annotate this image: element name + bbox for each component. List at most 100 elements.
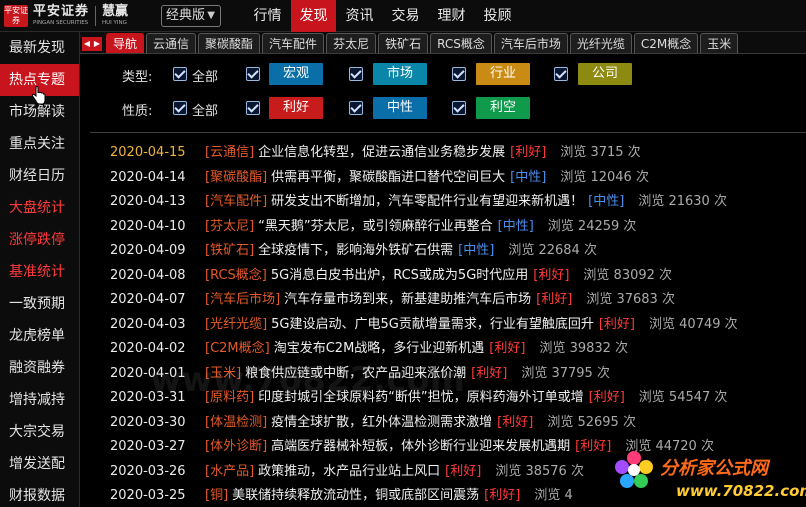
type-company-checkbox[interactable] bbox=[554, 67, 568, 81]
nature-bad-checkbox[interactable] bbox=[452, 101, 466, 115]
topic-tab[interactable]: 芬太尼 bbox=[326, 33, 377, 53]
sidebar-item[interactable]: 大宗交易 bbox=[0, 416, 79, 448]
news-title[interactable]: 美联储持续释放流动性，铜或底部区间震荡 bbox=[232, 488, 479, 503]
news-title[interactable]: “黑天鹅”芬太尼，或引领麻醉行业再整合 bbox=[258, 219, 492, 234]
news-row[interactable]: 2020-04-03 [光纤光缆] 5G建设启动、广电5G贡献增量需求，行业有望触底… bbox=[110, 315, 806, 340]
sidebar-item[interactable]: 涨停跌停 bbox=[0, 224, 79, 256]
news-topic-tag[interactable]: [水产品] bbox=[205, 464, 254, 479]
arrow-right-icon[interactable]: ▶ bbox=[92, 37, 102, 51]
sidebar-item[interactable]: 融资融券 bbox=[0, 352, 79, 384]
news-title[interactable]: 汽车存量市场到来，新基建助推汽车后市场 bbox=[284, 292, 531, 307]
news-row[interactable]: 2020-03-31 [原料药] 印度封城引全球原料药“断供”担忧，原料药海外订单或… bbox=[110, 388, 806, 413]
news-title[interactable]: 5G建设启动、广电5G贡献增量需求，行业有望触底回升 bbox=[271, 317, 594, 332]
news-topic-tag[interactable]: [体温检测] bbox=[205, 415, 267, 430]
news-topic-tag[interactable]: [汽车后市场] bbox=[205, 292, 280, 307]
news-row[interactable]: 2020-04-13 [汽车配件] 研发支出不断增加，汽车零配件行业有望迎来新机遇！… bbox=[110, 192, 806, 217]
topic-tab[interactable]: 汽车配件 bbox=[262, 33, 325, 53]
nav-item[interactable]: 交易 bbox=[383, 0, 428, 32]
nav-item[interactable]: 资讯 bbox=[337, 0, 382, 32]
news-topic-tag[interactable]: [铁矿石] bbox=[205, 243, 254, 258]
news-title[interactable]: 5G消息白皮书出炉，RCS或成为5G时代应用 bbox=[271, 268, 528, 283]
topic-tab[interactable]: 光纤光缆 bbox=[569, 33, 632, 53]
nature-all-checkbox[interactable] bbox=[173, 101, 187, 115]
type-all-checkbox[interactable] bbox=[173, 67, 187, 81]
news-title[interactable]: 疫情全球扩散，红外体温检测需求激增 bbox=[271, 415, 492, 430]
sidebar-item[interactable]: 重点关注 bbox=[0, 128, 79, 160]
sidebar-item[interactable]: 最新发现 bbox=[0, 32, 79, 64]
topic-tab[interactable]: 云通信 bbox=[146, 33, 197, 53]
news-title[interactable]: 研发支出不断增加，汽车零配件行业有望迎来新机遇！ bbox=[271, 194, 583, 209]
news-row[interactable]: 2020-04-15 [云通信] 企业信息化转型，促进云通信业务稳步发展 [利好] 浏览… bbox=[110, 143, 806, 168]
news-views: 浏览 39832 次 bbox=[539, 341, 629, 356]
news-title[interactable]: 高端医疗器械补短板，体外诊断行业迎来发展机遇期 bbox=[271, 439, 570, 454]
topic-tab[interactable]: RCS概念 bbox=[430, 33, 492, 53]
sidebar-item[interactable]: 一致预期 bbox=[0, 288, 79, 320]
news-sentiment: [利好] bbox=[471, 365, 508, 381]
news-topic-tag[interactable]: [C2M概念] bbox=[205, 341, 270, 356]
type-industry-checkbox[interactable] bbox=[452, 67, 466, 81]
news-topic-tag[interactable]: [体外诊断] bbox=[205, 439, 267, 454]
sidebar-item[interactable]: 财报数据 bbox=[0, 480, 79, 507]
news-sentiment: [利好] bbox=[484, 488, 521, 503]
topic-tab[interactable]: 铁矿石 bbox=[378, 33, 429, 53]
type-market-button[interactable]: 市场 bbox=[373, 63, 427, 85]
type-filter-row: 类型: 全部 宏观 市场 行业 公司 bbox=[80, 60, 806, 88]
news-topic-tag[interactable]: [云通信] bbox=[205, 145, 254, 160]
news-date: 2020-03-26 bbox=[110, 463, 186, 479]
sidebar-item[interactable]: 增发送配 bbox=[0, 448, 79, 480]
topic-tab[interactable]: 聚碳酸酯 bbox=[198, 33, 261, 53]
news-topic-tag[interactable]: [汽车配件] bbox=[205, 194, 267, 209]
news-topic-tag[interactable]: [铜] bbox=[205, 488, 228, 503]
nature-good-button[interactable]: 利好 bbox=[269, 97, 323, 119]
news-title[interactable]: 企业信息化转型，促进云通信业务稳步发展 bbox=[258, 145, 505, 160]
news-title[interactable]: 供需再平衡，聚碳酸酯进口替代空间巨大 bbox=[271, 170, 505, 185]
news-topic-tag[interactable]: [RCS概念] bbox=[205, 268, 267, 283]
type-market-checkbox[interactable] bbox=[349, 67, 363, 81]
news-topic-tag[interactable]: [芬太尼] bbox=[205, 219, 254, 234]
news-date: 2020-03-31 bbox=[110, 390, 186, 405]
sidebar-item[interactable]: 增持减持 bbox=[0, 384, 79, 416]
news-topic-tag[interactable]: [光纤光缆] bbox=[205, 317, 267, 332]
news-row[interactable]: 2020-04-09 [铁矿石] 全球疫情下，影响海外铁矿石供需 [中性] 浏览 226… bbox=[110, 241, 806, 266]
topic-tab[interactable]: C2M概念 bbox=[633, 33, 699, 53]
sidebar-item[interactable]: 龙虎榜单 bbox=[0, 320, 79, 352]
type-company-button[interactable]: 公司 bbox=[578, 63, 632, 85]
news-topic-tag[interactable]: [原料药] bbox=[205, 390, 254, 405]
edition-select[interactable]: 经典版 ▼ bbox=[161, 5, 221, 27]
nav-item[interactable]: 理财 bbox=[429, 0, 474, 32]
news-title[interactable]: 政策推动，水产品行业站上风口 bbox=[258, 464, 440, 479]
sidebar-item[interactable]: 大盘统计 bbox=[0, 192, 79, 224]
news-title[interactable]: 印度封城引全球原料药“断供”担忧，原料药海外订单或增 bbox=[258, 390, 583, 405]
tab-scroll-arrows[interactable]: ◀ ▶ bbox=[82, 35, 104, 51]
arrow-left-icon[interactable]: ◀ bbox=[82, 37, 92, 51]
nature-neutral-checkbox[interactable] bbox=[349, 101, 363, 115]
news-title[interactable]: 全球疫情下，影响海外铁矿石供需 bbox=[258, 243, 453, 258]
news-row[interactable]: 2020-04-08 [RCS概念] 5G消息白皮书出炉，RCS或成为5G时代应用 [… bbox=[110, 266, 806, 291]
type-macro-button[interactable]: 宏观 bbox=[269, 63, 323, 85]
news-row[interactable]: 2020-04-02 [C2M概念] 淘宝发布C2M战略，多行业迎新机遇 [利好] 浏览… bbox=[110, 339, 806, 364]
edition-value: 经典版 bbox=[166, 8, 206, 23]
nav-item[interactable]: 行情 bbox=[245, 0, 290, 32]
topic-tab[interactable]: 玉米 bbox=[700, 33, 739, 53]
topic-tab[interactable]: 汽车后市场 bbox=[493, 33, 568, 53]
news-title[interactable]: 淘宝发布C2M战略，多行业迎新机遇 bbox=[274, 341, 485, 356]
nature-bad-button[interactable]: 利空 bbox=[476, 97, 530, 119]
nav-item[interactable]: 投顾 bbox=[475, 0, 520, 32]
type-filter-label: 类型: bbox=[122, 70, 153, 85]
news-topic-tag[interactable]: [玉米] bbox=[205, 366, 241, 381]
news-topic-tag[interactable]: [聚碳酸酯] bbox=[205, 170, 267, 185]
topic-tab[interactable]: 导航 bbox=[106, 33, 145, 53]
type-macro-checkbox[interactable] bbox=[246, 67, 260, 81]
nature-good-checkbox[interactable] bbox=[246, 101, 260, 115]
sidebar-item[interactable]: 基准统计 bbox=[0, 256, 79, 288]
type-industry-button[interactable]: 行业 bbox=[476, 63, 530, 85]
nature-neutral-button[interactable]: 中性 bbox=[373, 97, 427, 119]
sidebar-item[interactable]: 财经日历 bbox=[0, 160, 79, 192]
news-row[interactable]: 2020-04-07 [汽车后市场] 汽车存量市场到来，新基建助推汽车后市场 [利好]… bbox=[110, 290, 806, 315]
news-row[interactable]: 2020-04-14 [聚碳酸酯] 供需再平衡，聚碳酸酯进口替代空间巨大 [中性] 浏览… bbox=[110, 168, 806, 193]
nav-item[interactable]: 发现 bbox=[291, 0, 336, 32]
news-title[interactable]: 粮食供应链或中断，农产品迎来涨价潮 bbox=[245, 366, 466, 381]
news-row[interactable]: 2020-04-10 [芬太尼] “黑天鹅”芬太尼，或引领麻醉行业再整合 [中性] 浏览… bbox=[110, 217, 806, 242]
news-row[interactable]: 2020-04-01 [玉米] 粮食供应链或中断，农产品迎来涨价潮 [利好] 浏览 37… bbox=[110, 364, 806, 389]
news-row[interactable]: 2020-03-30 [体温检测] 疫情全球扩散，红外体温检测需求激增 [利好] 浏览 … bbox=[110, 413, 806, 438]
